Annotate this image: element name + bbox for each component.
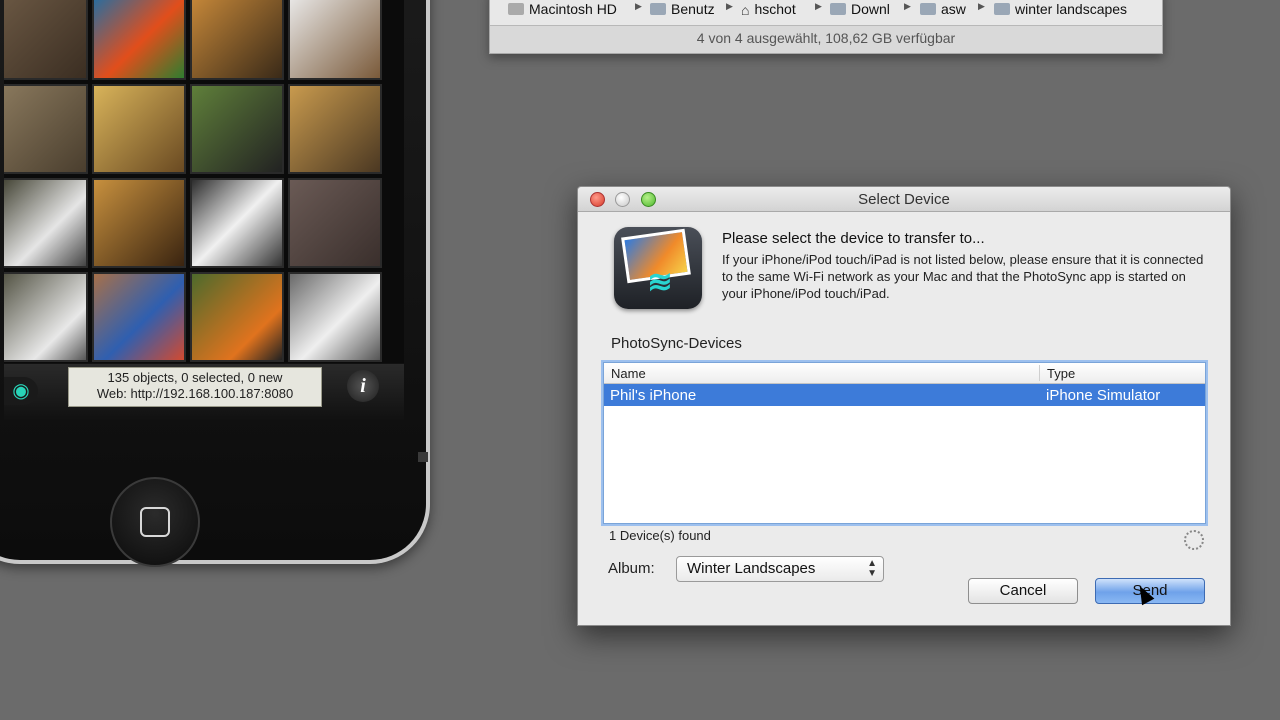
devices-section-label: PhotoSync-Devices [611,335,742,352]
photo-thumbnail[interactable] [92,178,186,268]
status-info-box: 135 objects, 0 selected, 0 new Web: http… [68,367,322,407]
iphone-simulator: ◉ 135 objects, 0 selected, 0 new Web: ht… [0,0,430,567]
finder-window: Macintosh HD ▶ Benutz ▶ ⌂ hschot ▶ Downl … [489,0,1163,54]
dialog-title: Select Device [858,191,950,208]
finder-status-text: 4 von 4 ausgewählt, 108,62 GB verfügbar [696,30,956,46]
home-square-icon [140,507,170,537]
dialog-description: If your iPhone/iPod touch/iPad is not li… [722,252,1204,301]
updown-arrows-icon: ▲ ▼ [867,558,877,579]
photo-thumbnail[interactable] [4,272,88,362]
column-divider[interactable] [1039,365,1040,381]
photo-thumbnail[interactable] [4,0,88,80]
path-item-winter-landscapes[interactable]: winter landscapes [994,1,1127,17]
path-item-home[interactable]: ⌂ hschot [741,1,796,18]
photo-thumbnail[interactable] [288,0,382,80]
photo-thumbnail[interactable] [92,84,186,174]
photo-thumbnail[interactable] [92,272,186,362]
photo-thumbnail[interactable] [4,84,88,174]
device-row-selected[interactable]: Phil's iPhone iPhone Simulator [604,384,1205,406]
column-header-type[interactable]: Type [1047,366,1075,381]
photo-thumbnail[interactable] [190,84,284,174]
devices-table[interactable]: Name Type Phil's iPhone iPhone Simulator [603,362,1206,524]
path-label: Macintosh HD [529,1,617,17]
photo-thumbnail[interactable] [288,84,382,174]
folder-icon [994,3,1010,15]
home-button[interactable] [110,477,200,567]
device-name-cell: Phil's iPhone [610,387,697,404]
status-web-url: Web: http://192.168.100.187:8080 [96,386,294,401]
path-separator-icon: ▶ [726,1,733,11]
photosync-app-icon: ≋ [614,227,702,309]
album-select[interactable]: Winter Landscapes ▲ ▼ [676,556,884,582]
photo-grid [4,0,382,362]
home-icon: ⌂ [741,2,750,18]
folder-icon [920,3,936,15]
path-separator-icon: ▶ [904,1,911,11]
info-button[interactable]: i [347,370,379,402]
path-item-downloads[interactable]: Downl [830,1,890,17]
devices-found-text: 1 Device(s) found [609,528,711,543]
photo-thumbnail[interactable] [92,0,186,80]
path-separator-icon: ▶ [815,1,822,11]
simulator-toolbar: ◉ 135 objects, 0 selected, 0 new Web: ht… [4,364,404,420]
photo-grid-screen [4,0,404,363]
album-label: Album: [608,560,655,577]
column-header-name[interactable]: Name [611,366,646,381]
wifi-icon: ≋ [647,266,673,299]
cancel-button[interactable]: Cancel [968,578,1078,604]
folder-icon [650,3,666,15]
path-label: hschot [754,1,796,17]
path-label: Downl [851,1,890,17]
path-label: Benutz [671,1,715,17]
select-device-dialog: Select Device ≋ Please select the device… [577,186,1231,626]
status-objects-text: 135 objects, 0 selected, 0 new [107,370,283,385]
loading-spinner-icon [1184,530,1204,550]
path-label: asw [941,1,966,17]
dialog-heading: Please select the device to transfer to.… [722,230,985,247]
photo-thumbnail[interactable] [190,272,284,362]
eye-icon[interactable]: ◉ [4,377,38,405]
device-side-button [418,452,428,462]
path-item-macintosh-hd[interactable]: Macintosh HD [508,1,617,17]
photo-thumbnail[interactable] [288,272,382,362]
photo-thumbnail[interactable] [190,0,284,80]
table-header: Name Type [604,363,1205,384]
path-item-asw[interactable]: asw [920,1,966,17]
path-separator-icon: ▶ [978,1,985,11]
device-type-cell: iPhone Simulator [1046,387,1161,404]
path-separator-icon: ▶ [635,1,642,11]
folder-icon [830,3,846,15]
album-selected-value: Winter Landscapes [687,560,816,577]
hard-drive-icon [508,3,524,15]
finder-path-bar: Macintosh HD ▶ Benutz ▶ ⌂ hschot ▶ Downl … [490,0,1162,26]
photo-thumbnail[interactable] [288,178,382,268]
path-item-benutzer[interactable]: Benutz [650,1,715,17]
photo-thumbnail[interactable] [4,178,88,268]
path-label: winter landscapes [1015,1,1128,17]
photo-thumbnail[interactable] [190,178,284,268]
dialog-titlebar[interactable]: Select Device [578,187,1230,212]
